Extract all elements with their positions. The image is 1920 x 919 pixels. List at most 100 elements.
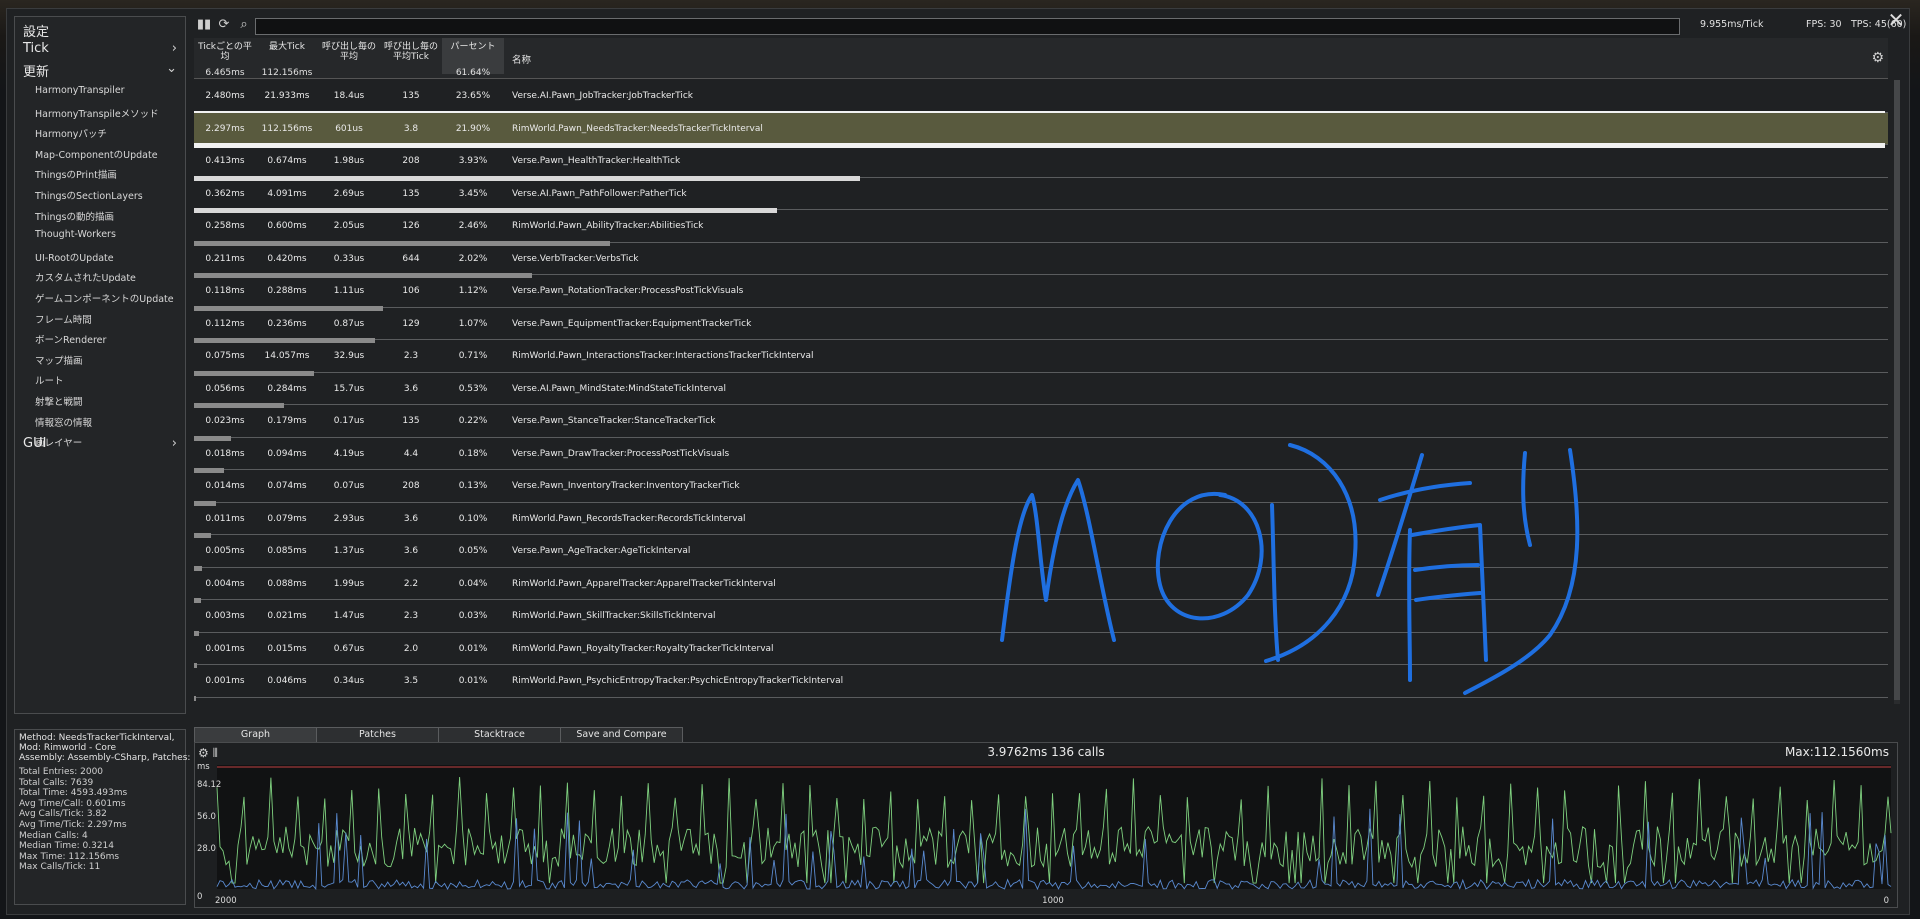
- sidebar-update-item[interactable]: ボーンRenderer: [35, 332, 106, 346]
- sidebar-update-item[interactable]: Map-ComponentのUpdate: [35, 147, 158, 161]
- y-tick-label: 56.0: [197, 812, 216, 822]
- tab-graph[interactable]: Graph: [194, 727, 317, 742]
- chevron-right-icon: ›: [171, 41, 177, 56]
- cell-avg-per-tick: 0.014ms: [205, 481, 245, 491]
- sidebar-tick[interactable]: Tick ›: [23, 41, 177, 56]
- table-row[interactable]: 0.112ms 0.236ms 0.87us 129 1.07% Verse.Pawn_E…: [194, 308, 1888, 343]
- pause-icon[interactable]: ▮▮: [196, 17, 212, 33]
- cell-percent: 3.45%: [458, 188, 488, 199]
- sidebar-update-item[interactable]: HarmonyTranspileメソッド: [35, 106, 159, 120]
- cell-avg-per-call: 2.69us: [333, 188, 365, 199]
- table-row[interactable]: 0.001ms 0.046ms 0.34us 3.5 0.01% RimWorld.Paw…: [194, 665, 1888, 701]
- cell-method-name: Verse.AI.Pawn_MindState:MindStateTickInt…: [512, 383, 726, 394]
- table-row[interactable]: 0.014ms 0.074ms 0.07us 208 0.13% Verse.Pawn_I…: [194, 470, 1888, 506]
- table-row[interactable]: 0.056ms 0.284ms 15.7us 3.6 0.53% Verse.AI.Paw…: [194, 373, 1888, 408]
- table-row[interactable]: 0.001ms 0.015ms 0.67us 2.0 0.01% RimWorld.Paw…: [194, 633, 1888, 668]
- cell-calls-per-tick: 135: [402, 188, 420, 199]
- cell-calls-per-tick: 3.6: [403, 513, 419, 524]
- cell-max-tick: 112.156ms: [261, 123, 313, 134]
- sidebar-update-item[interactable]: ThingsのPrint描画: [35, 167, 117, 181]
- sidebar-update-item[interactable]: 射撃と戦闘: [35, 394, 83, 408]
- cell-avg-per-tick: 0.001ms: [205, 676, 245, 686]
- cell-method-name: Verse.AI.Pawn_JobTracker:JobTrackerTick: [512, 91, 693, 101]
- table-row[interactable]: 0.362ms 4.091ms 2.69us 135 3.45% Verse.AI.Paw…: [194, 178, 1888, 213]
- table-row[interactable]: 0.413ms 0.674ms 1.98us 208 3.93% Verse.Pawn_H…: [194, 145, 1888, 181]
- cell-avg-per-call: 0.33us: [333, 253, 365, 264]
- cell-percent: 1.12%: [458, 286, 488, 296]
- sidebar-update-label: 更新: [23, 65, 50, 80]
- sidebar-update-item[interactable]: ルート: [35, 373, 64, 387]
- col-max-tick[interactable]: 最大Tick: [256, 42, 318, 52]
- cell-avg-per-tick: 0.075ms: [205, 351, 245, 361]
- sidebar-update-item[interactable]: マップ描画: [35, 353, 83, 367]
- cell-max-tick: 14.057ms: [264, 351, 310, 361]
- table-row[interactable]: 0.075ms 14.057ms 32.9us 2.3 0.71% RimWorld.Pa…: [194, 340, 1888, 376]
- sidebar-update[interactable]: 更新 ⌄: [23, 61, 177, 80]
- sidebar-settings[interactable]: 設定: [23, 21, 49, 40]
- sidebar-update-item[interactable]: 情報窓の情報: [35, 415, 92, 429]
- cell-avg-per-tick: 0.018ms: [205, 448, 245, 459]
- sidebar-update-item[interactable]: ゲームコンポーネントのUpdate: [35, 291, 174, 305]
- cell-avg-per-call: 601us: [335, 123, 363, 134]
- gear-icon[interactable]: ⚙: [1871, 50, 1884, 66]
- frame-time-readout: 9.955ms/Tick: [1700, 19, 1764, 30]
- cell-avg-per-call: 1.11us: [333, 286, 365, 296]
- cell-calls-per-tick: 208: [402, 156, 420, 166]
- search-icon[interactable]: ⌕: [236, 17, 252, 33]
- col-name[interactable]: 名称: [512, 52, 531, 66]
- table-row[interactable]: 0.118ms 0.288ms 1.11us 106 1.12% Verse.Pawn_R…: [194, 275, 1888, 311]
- scrollbar-thumb[interactable]: [1894, 80, 1900, 700]
- sidebar-update-item[interactable]: HarmonyTranspiler: [35, 85, 125, 96]
- sidebar-update-item[interactable]: Harmonyパッチ: [35, 126, 107, 140]
- col-avg-per-tick[interactable]: Tickごとの平均: [194, 42, 256, 62]
- sidebar-update-item[interactable]: ThingsのSectionLayers: [35, 188, 143, 202]
- cell-percent: 21.90%: [455, 123, 491, 134]
- stat-line: Total Calls: 7639: [19, 777, 94, 788]
- sidebar-update-item[interactable]: Thingsの動的描画: [35, 209, 114, 223]
- cell-avg-per-call: 4.19us: [333, 448, 365, 459]
- cell-method-name: Verse.Pawn_StanceTracker:StanceTrackerTi…: [512, 416, 716, 426]
- table-row[interactable]: 0.258ms 0.600ms 2.05us 126 2.46% RimWorld.Paw…: [194, 210, 1888, 246]
- cell-avg-per-tick: 0.362ms: [205, 188, 245, 199]
- cell-avg-per-tick: 0.023ms: [205, 416, 245, 426]
- table-row[interactable]: 0.003ms 0.021ms 1.47us 2.3 0.03% RimWorld.Paw…: [194, 600, 1888, 636]
- cell-avg-per-call: 0.07us: [333, 481, 365, 491]
- table-row[interactable]: 0.211ms 0.420ms 0.33us 644 2.02% Verse.VerbTr…: [194, 243, 1888, 278]
- col-calls-per-tick[interactable]: 呼び出し毎の平均Tick: [380, 42, 442, 62]
- cell-max-tick: 0.284ms: [267, 383, 307, 394]
- cell-percent: 0.03%: [458, 611, 488, 621]
- table-row[interactable]: 0.011ms 0.079ms 2.93us 3.6 0.10% RimWorld.Paw…: [194, 503, 1888, 538]
- cell-method-name: RimWorld.Pawn_PsychicEntropyTracker:Psyc…: [512, 676, 844, 686]
- tab-stacktrace[interactable]: Stacktrace: [438, 727, 561, 742]
- table-row[interactable]: 0.023ms 0.179ms 0.17us 135 0.22% Verse.Pawn_S…: [194, 405, 1888, 441]
- y-tick-label: 28.0: [197, 844, 216, 854]
- cell-percent: 23.65%: [455, 91, 491, 101]
- header-total-avg: 6.465ms: [205, 68, 245, 78]
- refresh-icon[interactable]: ⟳: [216, 17, 232, 33]
- cell-calls-per-tick: 3.5: [403, 676, 419, 686]
- cell-percent: 1.07%: [458, 318, 488, 329]
- cell-avg-per-tick: 0.003ms: [205, 611, 245, 621]
- cell-calls-per-tick: 2.3: [403, 611, 419, 621]
- search-input[interactable]: [255, 18, 1680, 35]
- mod-label: Mod: Rimworld - Core: [19, 743, 116, 753]
- sidebar-update-item[interactable]: Thought-Workers: [35, 229, 116, 240]
- sidebar-update-item[interactable]: フレーム時間: [35, 312, 92, 326]
- table-row[interactable]: 0.018ms 0.094ms 4.19us 4.4 0.18% Verse.Pawn_D…: [194, 438, 1888, 473]
- sidebar-update-item[interactable]: UI-RootのUpdate: [35, 250, 114, 264]
- sidebar-update-item[interactable]: カスタムされたUpdate: [35, 270, 136, 284]
- cell-percent: 2.02%: [458, 253, 488, 264]
- table-row[interactable]: 0.005ms 0.085ms 1.37us 3.6 0.05% Verse.Pawn_A…: [194, 535, 1888, 571]
- table-row[interactable]: 0.004ms 0.088ms 1.99us 2.2 0.04% RimWorld.Paw…: [194, 568, 1888, 603]
- table-row[interactable]: 2.480ms 21.933ms 18.4us 135 23.65% Verse.AI.P…: [194, 80, 1888, 116]
- table-row[interactable]: 2.297ms 112.156ms 601us 3.8 21.90% RimWorld.P…: [194, 112, 1888, 148]
- tps-readout: TPS: 45(60): [1851, 19, 1907, 30]
- tab-save-compare[interactable]: Save and Compare: [560, 727, 683, 742]
- cell-calls-per-tick: 135: [402, 91, 420, 101]
- cell-calls-per-tick: 2.2: [403, 578, 419, 589]
- cell-calls-per-tick: 129: [402, 318, 420, 329]
- sidebar-gui[interactable]: GUI ›: [23, 436, 177, 451]
- tab-patches[interactable]: Patches: [316, 727, 439, 742]
- col-avg-per-call[interactable]: 呼び出し毎の平均: [318, 42, 380, 62]
- stat-line: Max Time: 112.156ms: [19, 851, 120, 862]
